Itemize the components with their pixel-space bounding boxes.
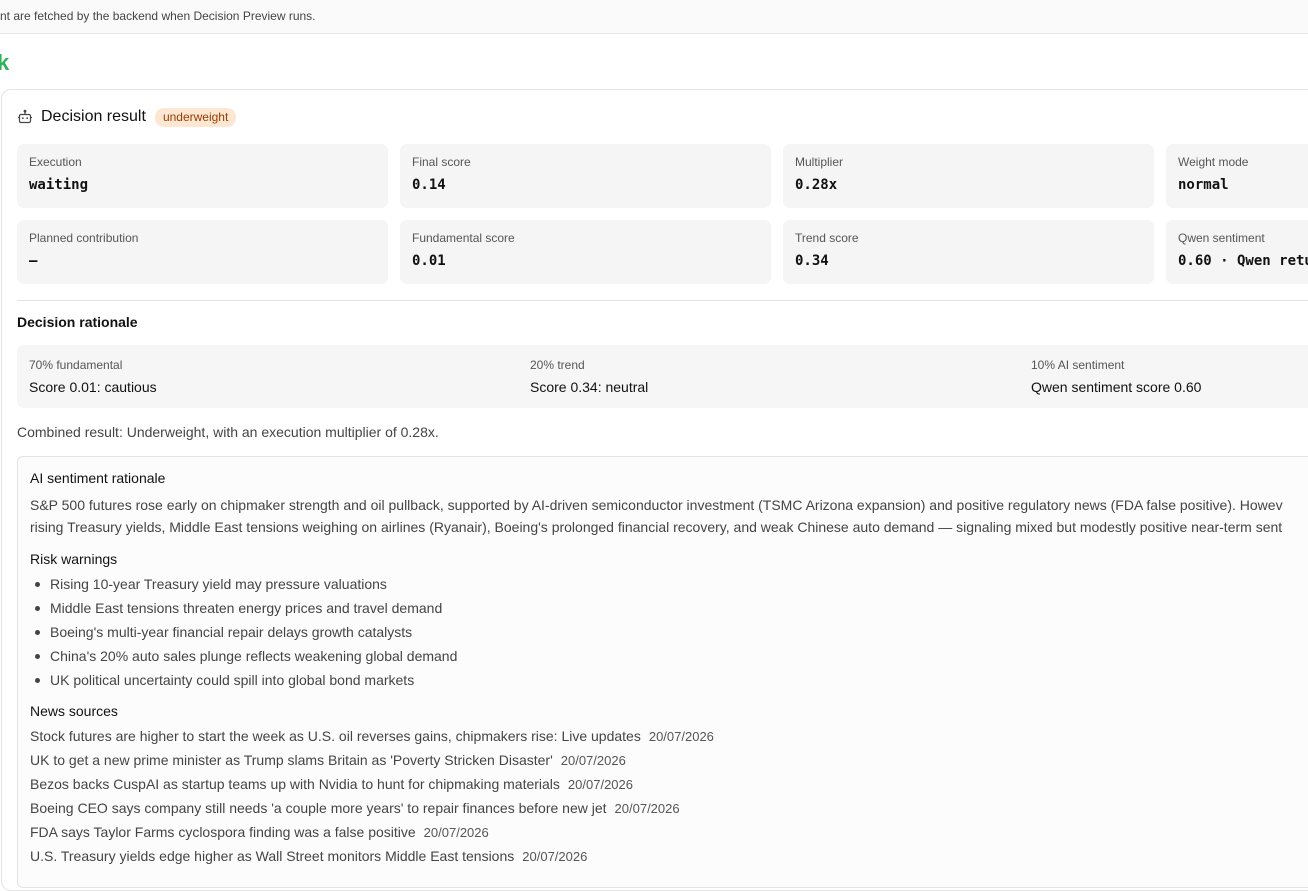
metric-final-score: Final score 0.14	[400, 144, 771, 208]
metric-value: 0.01	[412, 253, 446, 269]
metric-label: Weight mode	[1178, 155, 1249, 169]
metric-planned-contribution: Planned contribution –	[17, 220, 388, 284]
metric-value: –	[29, 253, 38, 269]
news-link[interactable]: Bezos backs CuspAI as startup teams up w…	[30, 776, 560, 792]
news-link[interactable]: Stock futures are higher to start the we…	[30, 728, 641, 744]
risk-item: UK political uncertainty could spill int…	[30, 671, 457, 695]
metric-label: Multiplier	[795, 155, 844, 169]
ai-sentiment-text: S&P 500 futures rose early on chipmaker …	[30, 494, 1308, 538]
ai-sentiment-title: AI sentiment rationale	[30, 470, 166, 486]
risk-warnings-list: Rising 10-year Treasury yield may pressu…	[30, 575, 457, 695]
metric-label: Final score	[412, 155, 471, 169]
news-item: U.S. Treasury yields edge higher as Wall…	[30, 847, 714, 871]
metric-label: Qwen sentiment	[1178, 231, 1265, 245]
metric-label: Execution	[29, 155, 82, 169]
news-link[interactable]: UK to get a new prime minister as Trump …	[30, 752, 553, 768]
risk-item: Boeing's multi-year financial repair del…	[30, 623, 457, 647]
decision-rationale-title: Decision rationale	[17, 314, 138, 330]
news-link[interactable]: FDA says Taylor Farms cyclospora finding…	[30, 824, 416, 840]
news-date: 20/07/2026	[567, 777, 633, 792]
metric-value: 0.60 · Qwen retu	[1178, 253, 1308, 269]
top-note-text: nt are fetched by the backend when Decis…	[0, 9, 316, 23]
news-date: 20/07/2026	[614, 801, 680, 816]
news-sources-list: Stock futures are higher to start the we…	[30, 727, 714, 871]
news-item: FDA says Taylor Farms cyclospora finding…	[30, 823, 714, 847]
news-date: 20/07/2026	[423, 825, 489, 840]
news-link[interactable]: U.S. Treasury yields edge higher as Wall…	[30, 848, 514, 864]
news-item: Boeing CEO says company still needs 'a c…	[30, 799, 714, 823]
weight-value: Score 0.01: cautious	[29, 379, 157, 395]
news-date: 20/07/2026	[560, 753, 626, 768]
ai-sentiment-line: S&P 500 futures rose early on chipmaker …	[30, 497, 1283, 513]
weight-label: 20% trend	[530, 358, 585, 372]
news-date: 20/07/2026	[522, 849, 588, 864]
news-item: Bezos backs CuspAI as startup teams up w…	[30, 775, 714, 799]
risk-item: China's 20% auto sales plunge reflects w…	[30, 647, 457, 671]
news-item: UK to get a new prime minister as Trump …	[30, 751, 714, 775]
weight-value: Qwen sentiment score 0.60	[1031, 379, 1202, 395]
metric-value: 0.28x	[795, 177, 838, 193]
metric-label: Trend score	[795, 231, 859, 245]
risk-item: Rising 10-year Treasury yield may pressu…	[30, 575, 457, 599]
news-date: 20/07/2026	[648, 729, 714, 744]
metric-value: waiting	[29, 177, 89, 193]
news-item: Stock futures are higher to start the we…	[30, 727, 714, 751]
news-sources-title: News sources	[30, 703, 118, 719]
decision-result-header: Decision result underweight	[17, 107, 237, 127]
metric-execution: Execution waiting	[17, 144, 388, 208]
weight-label: 70% fundamental	[29, 358, 123, 372]
combined-result-text: Combined result: Underweight, with an ex…	[17, 424, 439, 440]
risk-item: Middle East tensions threaten energy pri…	[30, 599, 457, 623]
ai-sentiment-line: rising Treasury yields, Middle East tens…	[30, 519, 1283, 535]
metric-label: Fundamental score	[412, 231, 515, 245]
metric-label: Planned contribution	[29, 231, 139, 245]
section-heading-fragment: k	[0, 50, 10, 75]
robot-icon	[17, 109, 33, 125]
weight-value: Score 0.34: neutral	[530, 379, 649, 395]
metric-fundamental-score: Fundamental score 0.01	[400, 220, 771, 284]
metric-value: 0.14	[412, 177, 446, 193]
metric-weight-mode: Weight mode normal	[1166, 144, 1308, 208]
top-note-bar: nt are fetched by the backend when Decis…	[0, 0, 1308, 34]
decision-result-title: Decision result	[41, 108, 146, 125]
news-link[interactable]: Boeing CEO says company still needs 'a c…	[30, 800, 607, 816]
metric-value: 0.34	[795, 253, 829, 269]
risk-warnings-title: Risk warnings	[30, 551, 118, 567]
decision-status-badge: underweight	[154, 107, 237, 127]
section-divider	[17, 300, 1308, 301]
metric-qwen-sentiment: Qwen sentiment 0.60 · Qwen retu	[1166, 220, 1308, 284]
weight-label: 10% AI sentiment	[1031, 358, 1125, 372]
metric-multiplier: Multiplier 0.28x	[783, 144, 1154, 208]
metric-value: normal	[1178, 177, 1229, 193]
metric-trend-score: Trend score 0.34	[783, 220, 1154, 284]
weights-panel: 70% fundamental Score 0.01: cautious 20%…	[17, 345, 1308, 408]
